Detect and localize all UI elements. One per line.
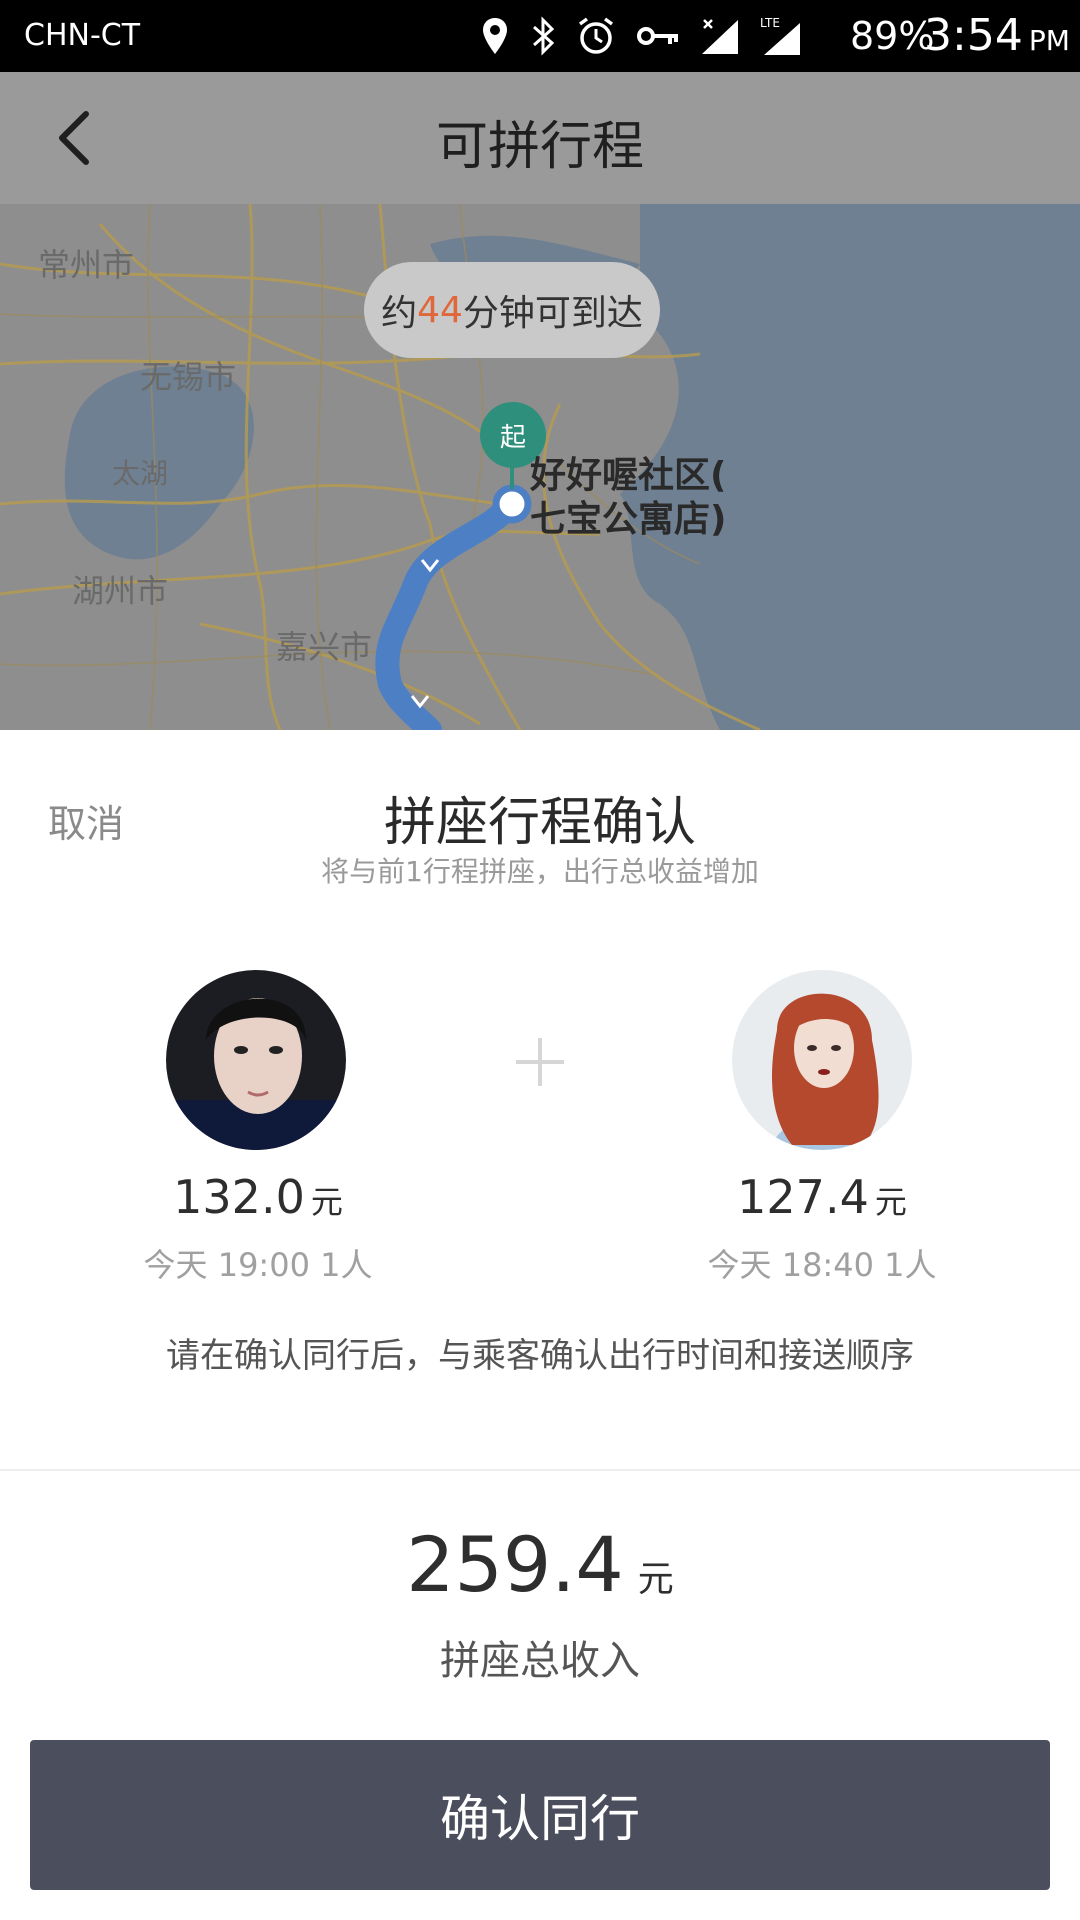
pickup-location-line1: 好好喔社区( [530,455,727,496]
passenger-1-fare-value: 132.0 [173,1170,305,1224]
signal-icon [702,19,738,54]
map-label-taihu: 太湖 [112,457,169,490]
confirm-carpool-button[interactable]: 确认同行 [30,1740,1050,1890]
map-label-huzhou: 湖州市 [72,572,169,610]
passenger-1-avatar[interactable] [166,970,346,1150]
svg-text:LTE: LTE [760,16,780,30]
map-label-changzhou: 常州市 [38,246,135,284]
pickup-location-label: 好好喔社区( 七宝公寓店) [530,454,726,542]
passenger-2-fare: 127.4 元 [642,1170,1002,1224]
confirmation-note: 请在确认同行后，与乘客确认出行时间和接送顺序 [166,1336,914,1376]
passenger-2-fare-unit: 元 [874,1183,907,1221]
vpn-key-icon [637,27,678,45]
passenger-1-fare: 132.0 元 [78,1170,438,1224]
lte-icon: LTE [760,16,800,55]
passenger-1-trip: 今天 19:00 1人 [143,1246,373,1284]
status-icons: LTE [480,10,804,62]
plus-icon [516,1038,564,1086]
divider [0,1469,1080,1471]
app-header: 可拼行程 [0,72,1080,204]
passenger-2-fare-value: 127.4 [737,1170,869,1224]
eta-suffix: 分钟可到达 [462,293,643,334]
sheet-subtitle: 将与前1行程拼座，出行总收益增加 [321,855,759,888]
clock-time: 3:54 [924,10,1023,61]
carrier-label: CHN-CT [24,18,141,53]
passenger-1-fare-unit: 元 [310,1183,343,1221]
page-title: 可拼行程 [435,117,644,177]
map-label-jiaxing: 嘉兴市 [276,628,373,666]
eta-minutes: 44 [417,289,463,331]
bluetooth-icon [533,16,555,56]
eta-bubble: 约 44 分钟可到达 [364,262,660,358]
total-unit: 元 [637,1559,674,1600]
passenger-2-avatar[interactable] [732,970,912,1150]
total-amount: 259.4 [406,1520,624,1609]
passenger-2-trip: 今天 18:40 1人 [707,1246,937,1284]
clock-ampm: PM [1028,24,1070,57]
map-label-wuxi: 无锡市 [140,358,237,396]
alarm-icon [578,17,614,54]
pickup-location-line2: 七宝公寓店) [530,499,727,540]
sheet-title: 拼座行程确认 [383,793,696,853]
confirm-carpool-label: 确认同行 [440,1790,640,1848]
eta-prefix: 约 [381,293,418,334]
status-bar: CHN-CT LTE 89% 3:54 PM [0,0,1080,72]
location-icon [483,18,507,54]
total-income-label: 拼座总收入 [440,1638,640,1684]
clock: 3:54 PM [924,10,1070,61]
start-marker-label: 起 [499,422,526,453]
total-income: 259.4 元 [0,1520,1080,1609]
battery-percent: 89% [850,14,935,58]
